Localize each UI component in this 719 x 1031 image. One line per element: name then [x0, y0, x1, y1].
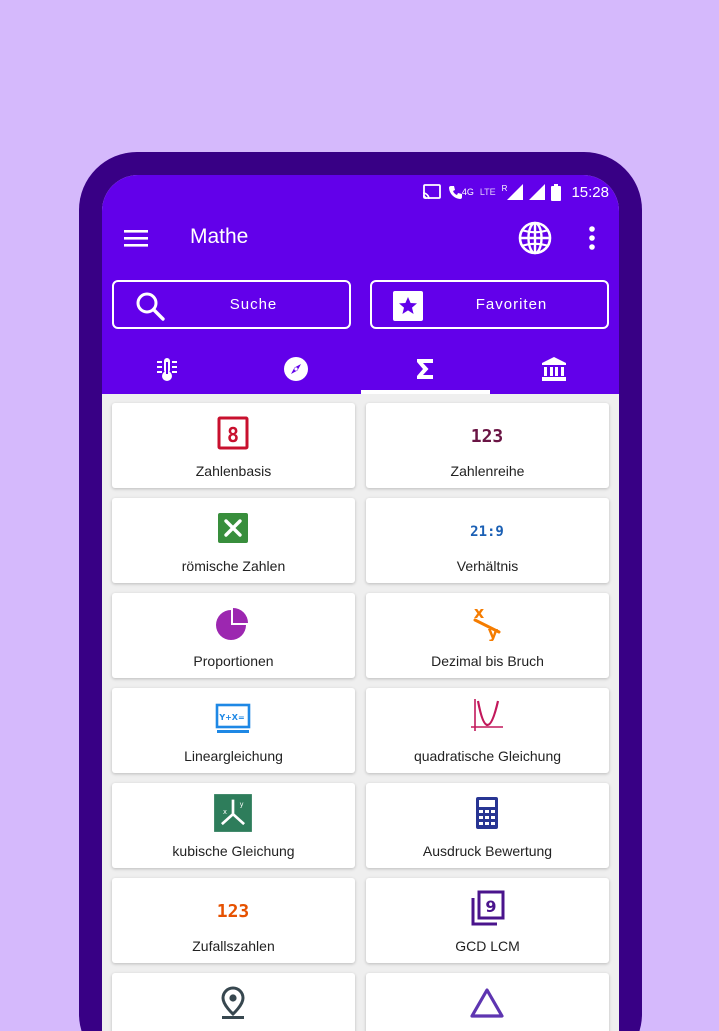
svg-text:y: y	[240, 800, 244, 808]
call-4g-icon: 4G	[448, 184, 474, 200]
gcd-lcm-icon: 9	[471, 890, 505, 926]
card-label: Proportionen	[193, 653, 274, 669]
card-label: GCD LCM	[455, 938, 520, 954]
app-bar: 4G LTE R 15:28 Mathe Suche Favoriten	[102, 175, 619, 394]
linear-equation-glyph: Y+X=	[218, 713, 244, 722]
card-kubische-gleichung[interactable]: x y kubische Gleichung	[112, 783, 355, 868]
gcd-lcm-glyph: 9	[485, 897, 496, 916]
number-base-glyph: 8	[227, 423, 239, 447]
cubic-equation-icon: x y	[214, 794, 252, 832]
tab-thermometer[interactable]	[102, 343, 231, 394]
card-zufallszahlen[interactable]: 123 Zufallszahlen	[112, 878, 355, 963]
lte-icon: LTE	[480, 187, 496, 197]
cast-icon	[422, 184, 441, 200]
thermometer-icon	[156, 357, 177, 381]
signal-roaming-icon: R	[502, 184, 524, 200]
status-bar: 4G LTE R 15:28	[422, 181, 609, 203]
fraction-icon: x y	[473, 603, 501, 641]
bank-icon	[542, 356, 567, 381]
more-vert-icon[interactable]	[584, 223, 600, 253]
star-box-icon	[393, 291, 423, 321]
ratio-glyph: 21:9	[470, 524, 504, 540]
card-quadratische-gleichung[interactable]: quadratische Gleichung	[366, 688, 609, 773]
card-label: Verhältnis	[456, 558, 519, 574]
card-label: Zahlenbasis	[195, 463, 272, 479]
signal-icon	[529, 184, 546, 200]
triangle-icon	[470, 988, 504, 1018]
parabola-icon	[471, 699, 503, 731]
category-tabs	[102, 343, 619, 394]
card-label: Ausdruck Bewertung	[422, 843, 553, 859]
globe-icon[interactable]	[516, 219, 554, 257]
card-label: Lineargleichung	[184, 748, 283, 764]
card-label: Zahlenreihe	[450, 463, 525, 479]
tab-compass[interactable]	[231, 343, 360, 394]
app-title: Mathe	[190, 225, 249, 248]
app-screen: 4G LTE R 15:28 Mathe Suche Favoriten 8 Z…	[102, 175, 619, 1031]
card-label: Zufallszahlen	[192, 938, 275, 954]
number-base-icon: 8	[217, 416, 249, 450]
roman-numerals-icon	[218, 513, 248, 543]
card-zahlenreihe[interactable]: 123 Zahlenreihe	[366, 403, 609, 488]
number-series-glyph: 123	[471, 426, 504, 447]
card-label: Dezimal bis Bruch	[431, 653, 544, 669]
card-zahlenbasis[interactable]: 8 Zahlenbasis	[112, 403, 355, 488]
tab-bank[interactable]	[490, 343, 619, 394]
compass-icon	[283, 356, 308, 381]
search-icon	[136, 292, 165, 321]
search-button[interactable]: Suche	[112, 280, 351, 329]
card-roemische-zahlen[interactable]: römische Zahlen	[112, 498, 355, 583]
location-pin-icon	[221, 986, 245, 1019]
tab-sigma[interactable]	[360, 343, 491, 394]
linear-equation-icon: Y+X=	[215, 703, 251, 733]
ratio-icon: 21:9	[470, 524, 504, 540]
battery-icon	[551, 183, 562, 201]
card-ausdruck-bewertung[interactable]: Ausdruck Bewertung	[366, 783, 609, 868]
card-location[interactable]	[112, 973, 355, 1031]
svg-text:x: x	[223, 808, 227, 816]
sigma-icon	[417, 358, 434, 379]
network-4g-label: 4G	[461, 187, 474, 197]
card-label: römische Zahlen	[181, 558, 286, 574]
card-label: quadratische Gleichung	[413, 748, 562, 764]
svg-text:y: y	[488, 623, 499, 641]
calculator-icon	[476, 797, 498, 829]
pie-chart-icon	[216, 608, 248, 640]
status-time: 15:28	[571, 183, 609, 201]
card-lineargleichung[interactable]: Y+X= Lineargleichung	[112, 688, 355, 773]
favorites-button[interactable]: Favoriten	[370, 280, 609, 329]
toolbar: Mathe	[102, 215, 619, 261]
card-gcd-lcm[interactable]: 9 GCD LCM	[366, 878, 609, 963]
random-numbers-icon: 123	[217, 901, 250, 922]
card-proportionen[interactable]: Proportionen	[112, 593, 355, 678]
card-verhaeltnis[interactable]: 21:9 Verhältnis	[366, 498, 609, 583]
card-dezimal-bis-bruch[interactable]: x y Dezimal bis Bruch	[366, 593, 609, 678]
card-triangle[interactable]	[366, 973, 609, 1031]
menu-icon[interactable]	[122, 226, 150, 250]
random-numbers-glyph: 123	[217, 901, 250, 922]
network-lte-label: LTE	[479, 187, 496, 197]
card-label: kubische Gleichung	[172, 843, 295, 859]
number-series-icon: 123	[471, 426, 504, 447]
